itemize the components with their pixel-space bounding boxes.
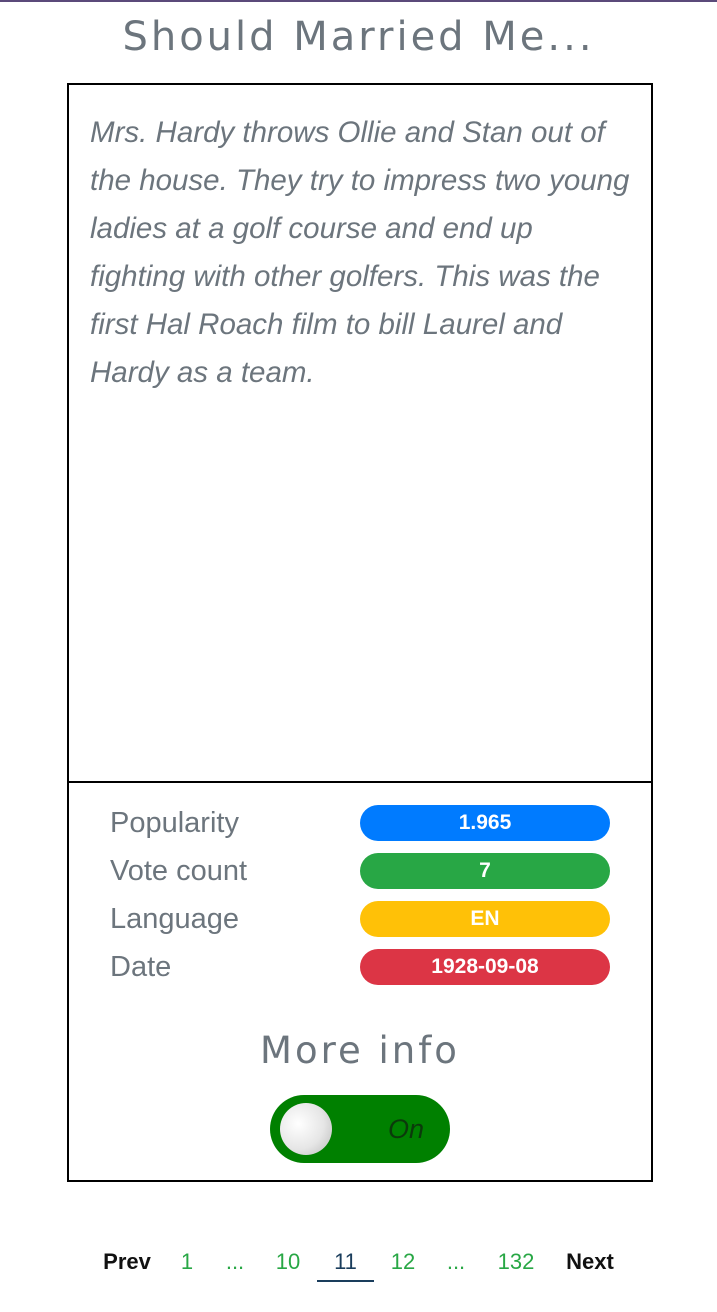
toggle-knob[interactable] [280,1103,332,1155]
page-link-132[interactable]: 132 [490,1240,542,1284]
page-title: Should Married Me... [122,14,595,60]
movie-card: Mrs. Hardy throws Ollie and Stan out of … [67,83,653,1182]
language-badge: EN [360,901,610,937]
page-link-1[interactable]: 1 [172,1240,202,1284]
stat-label: Popularity [110,807,239,839]
pagination-ellipsis: ... [446,1249,466,1274]
more-info-toggle[interactable]: On [270,1095,450,1163]
stat-popularity: Popularity 1.965 [69,805,651,841]
pagination-ellipsis: ... [225,1249,245,1274]
top-border [0,0,717,2]
popularity-badge: 1.965 [360,805,610,841]
stat-label: Language [110,903,240,935]
page-link-12[interactable]: 12 [383,1240,423,1284]
next-button[interactable]: Next [560,1240,620,1284]
stat-label: Date [110,951,172,983]
page-link-11-current[interactable]: 11 [317,1240,374,1284]
date-badge: 1928-09-08 [360,949,610,985]
more-info-heading: More info [260,1029,460,1072]
overview-panel: Mrs. Hardy throws Ollie and Stan out of … [69,85,651,783]
stat-date: Date 1928-09-08 [69,949,651,985]
stat-language: Language EN [69,901,651,937]
pagination: Prev 1 ... 10 11 12 ... 132 Next [0,1240,717,1284]
vote-count-badge: 7 [360,853,610,889]
prev-button[interactable]: Prev [98,1240,156,1284]
movie-overview: Mrs. Hardy throws Ollie and Stan out of … [90,116,630,389]
toggle-state-label: On [387,1114,424,1144]
stat-label: Vote count [110,855,248,887]
page-link-10[interactable]: 10 [268,1240,308,1284]
stat-vote-count: Vote count 7 [69,853,651,889]
